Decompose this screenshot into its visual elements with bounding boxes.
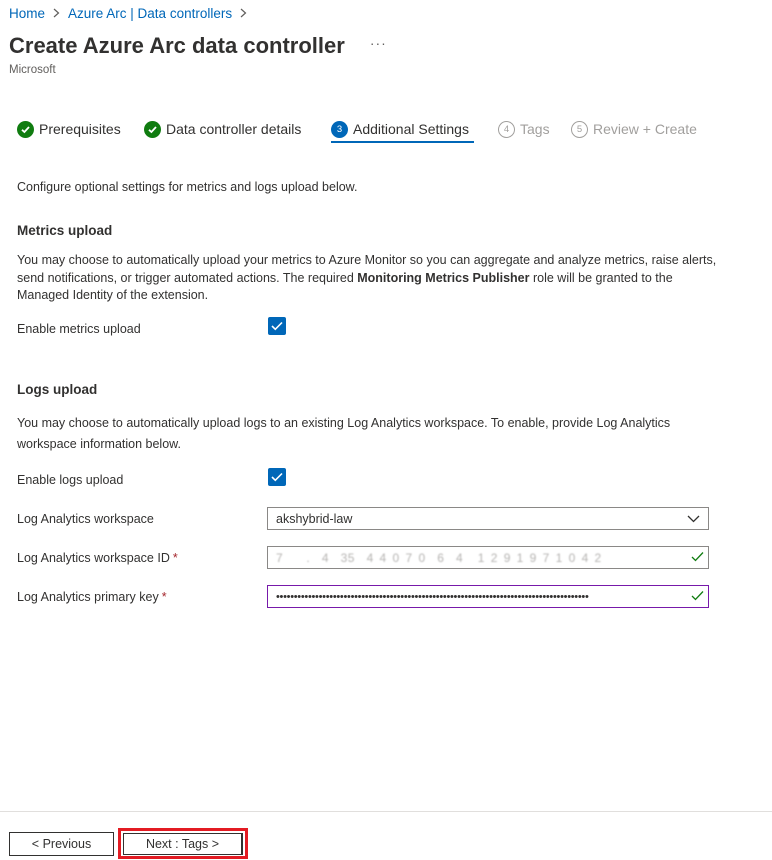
title-row: Create Azure Arc data controller ··· [9, 33, 387, 59]
page-title: Create Azure Arc data controller [9, 33, 345, 58]
breadcrumb: Home Azure Arc | Data controllers [9, 6, 247, 21]
wizard-tabs: Prerequisites Data controller details 3 … [17, 116, 757, 144]
tab-label: Tags [520, 121, 550, 137]
breadcrumb-parent-link[interactable]: Azure Arc | Data controllers [68, 6, 232, 21]
tab-data-controller-details[interactable]: Data controller details [144, 116, 301, 142]
checkmark-circle-icon [144, 120, 161, 138]
primary-key-label: Log Analytics primary key * [17, 590, 167, 604]
logs-description: You may choose to automatically upload l… [17, 416, 671, 451]
tab-label: Review + Create [593, 121, 697, 137]
validation-check-icon [691, 590, 704, 604]
logs-heading: Logs upload [17, 382, 98, 397]
checkmark-circle-icon [17, 120, 34, 138]
required-asterisk: * [161, 590, 167, 604]
metrics-role-name: Monitoring Metrics Publisher [357, 270, 530, 285]
chevron-right-icon [240, 7, 247, 21]
footer-divider [0, 811, 772, 812]
workspace-id-label-text: Log Analytics workspace ID [17, 551, 170, 565]
next-tags-button[interactable]: Next : Tags > [123, 833, 243, 855]
active-tab-indicator [331, 141, 474, 143]
workspace-id-input[interactable]: 7 . 4 35 4 4 0 7 0 6 4 1 2 9 1 9 7 1 0 4… [267, 546, 709, 569]
enable-logs-label: Enable logs upload [17, 473, 124, 487]
chevron-down-icon [687, 515, 700, 523]
metrics-heading: Metrics upload [17, 223, 113, 238]
previous-button[interactable]: < Previous [9, 832, 114, 856]
intro-text: Configure optional settings for metrics … [17, 180, 358, 194]
workspace-label: Log Analytics workspace [17, 512, 154, 526]
checkmark-icon [271, 321, 283, 331]
tab-review-create[interactable]: 5 Review + Create [571, 116, 697, 142]
workspace-id-label: Log Analytics workspace ID * [17, 551, 178, 565]
publisher-label: Microsoft [9, 64, 56, 76]
enable-logs-checkbox[interactable] [268, 468, 286, 486]
tab-label: Prerequisites [39, 121, 121, 137]
enable-metrics-checkbox[interactable] [268, 317, 286, 335]
chevron-right-icon [53, 7, 60, 21]
required-asterisk: * [172, 551, 178, 565]
step-number-badge: 3 [331, 120, 348, 138]
validation-check-icon [691, 551, 704, 565]
tab-prerequisites[interactable]: Prerequisites [17, 116, 121, 142]
primary-key-input[interactable]: ••••••••••••••••••••••••••••••••••••••••… [267, 585, 709, 608]
workspace-id-value: 7 . 4 35 4 4 0 7 0 6 4 1 2 9 1 9 7 1 0 4… [276, 550, 602, 565]
checkmark-icon [271, 472, 283, 482]
metrics-description: You may choose to automatically upload y… [17, 252, 717, 305]
tab-label: Additional Settings [353, 121, 469, 137]
tab-additional-settings[interactable]: 3 Additional Settings [331, 116, 469, 142]
step-number-badge: 4 [498, 120, 515, 138]
breadcrumb-home-link[interactable]: Home [9, 6, 45, 21]
enable-metrics-label: Enable metrics upload [17, 322, 141, 336]
workspace-selected-value: akshybrid-law [276, 511, 353, 526]
more-options-icon[interactable]: ··· [370, 35, 387, 51]
primary-key-masked-value: ••••••••••••••••••••••••••••••••••••••••… [276, 590, 589, 603]
tab-tags[interactable]: 4 Tags [498, 116, 550, 142]
step-number-badge: 5 [571, 120, 588, 138]
tab-label: Data controller details [166, 121, 302, 137]
workspace-dropdown[interactable]: akshybrid-law [267, 507, 709, 530]
primary-key-label-text: Log Analytics primary key [17, 590, 159, 604]
